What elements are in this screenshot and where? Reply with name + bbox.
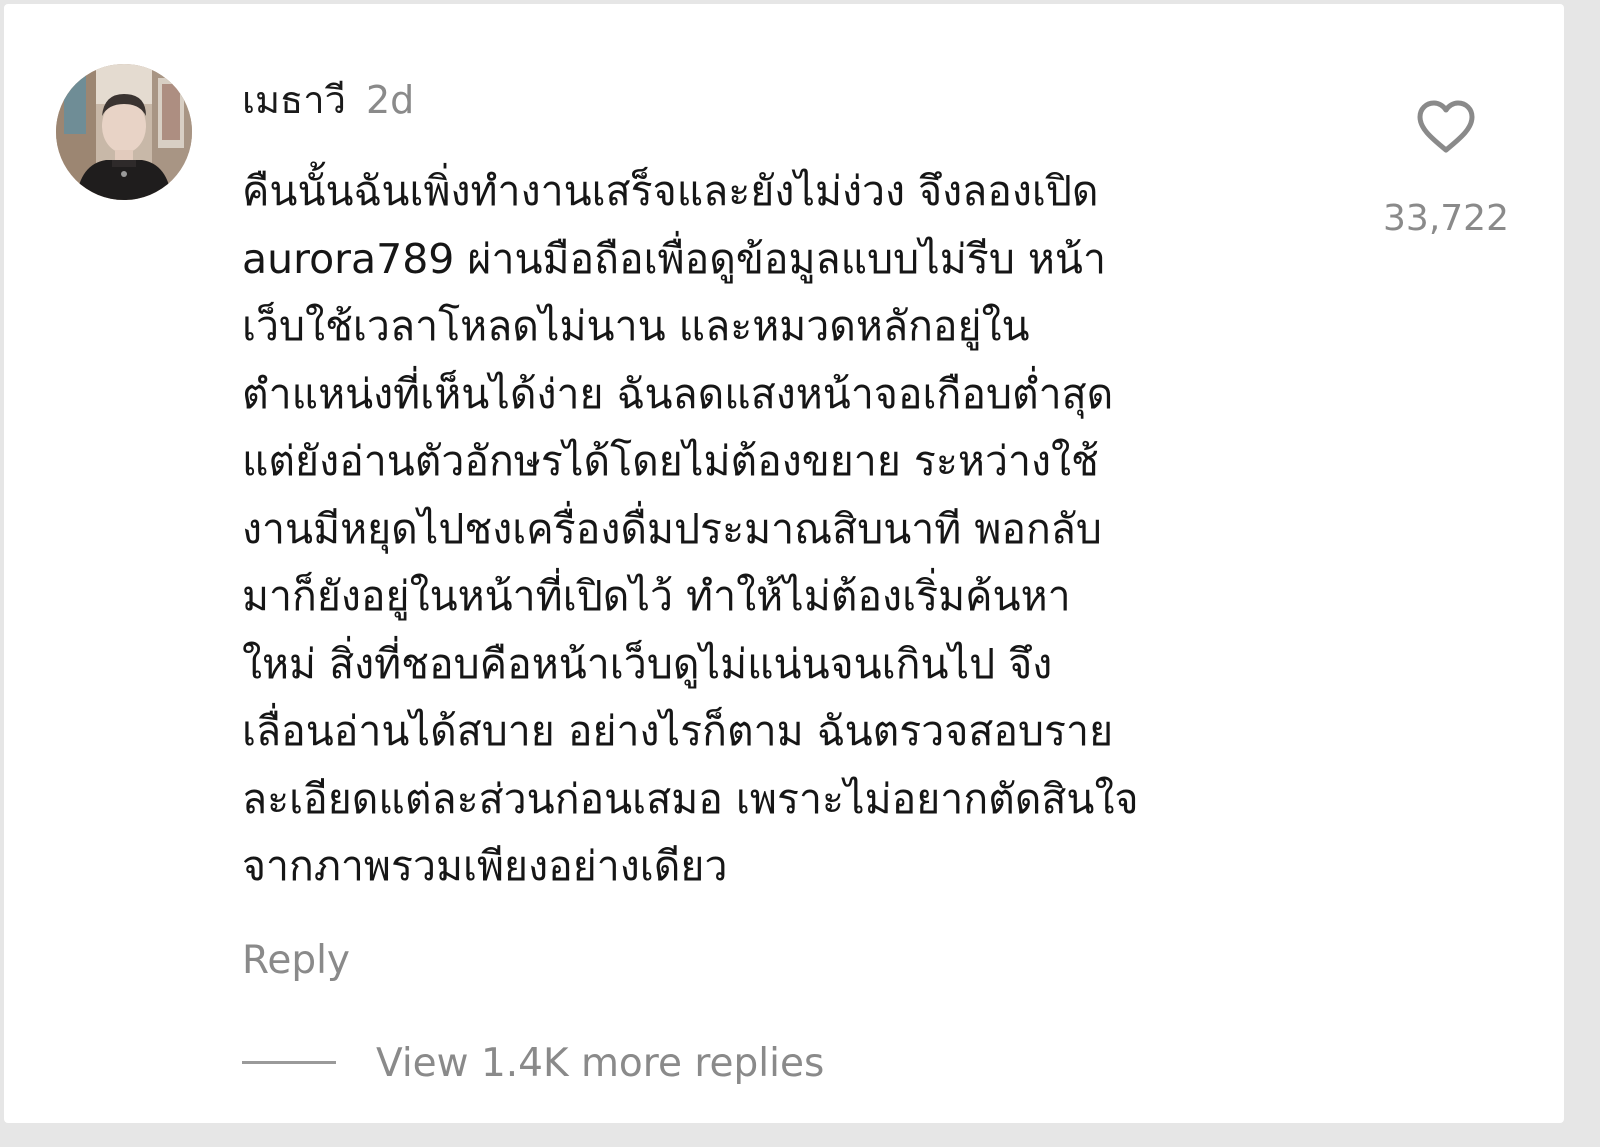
- view-more-replies-button[interactable]: View 1.4K more replies: [376, 1039, 824, 1089]
- reply-button[interactable]: Reply: [242, 936, 350, 986]
- avatar[interactable]: [56, 64, 192, 200]
- avatar-image: [56, 64, 192, 200]
- replies-divider: [242, 1061, 336, 1064]
- comment-card: เมธาวี 2d คืนนั้นฉันเพิ่งทำงานเสร็จและยั…: [4, 4, 1564, 1123]
- like-count: 33,722: [1383, 198, 1509, 239]
- username[interactable]: เมธาวี: [242, 76, 346, 124]
- comment-text: คืนนั้นฉันเพิ่งทำงานเสร็จและยังไม่ง่วง จ…: [242, 167, 1139, 890]
- timestamp: 2d: [366, 78, 415, 122]
- heart-outline-icon[interactable]: [1416, 100, 1476, 154]
